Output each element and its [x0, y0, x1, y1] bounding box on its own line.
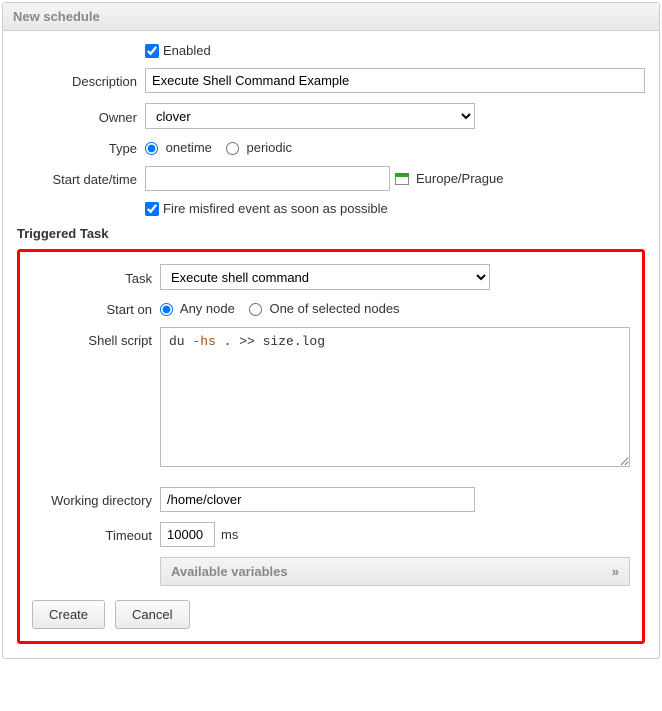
owner-select[interactable]: clover [145, 103, 475, 129]
type-periodic-option[interactable]: periodic [226, 140, 292, 155]
owner-label: Owner [17, 108, 145, 125]
panel-title: New schedule [3, 3, 659, 31]
fire-misfired-label: Fire misfired event as soon as possible [163, 201, 388, 216]
start-on-selected-option[interactable]: One of selected nodes [249, 301, 400, 316]
form-body: Enabled Description Owner clover Type [3, 31, 659, 658]
enabled-label: Enabled [163, 43, 211, 58]
timeout-label: Timeout [32, 526, 160, 543]
type-label: Type [17, 139, 145, 156]
triggered-task-title: Triggered Task [17, 226, 645, 241]
available-variables-label: Available variables [171, 564, 288, 579]
chevron-right-icon: » [612, 564, 619, 579]
timeout-input[interactable] [160, 522, 215, 547]
start-on-any-option[interactable]: Any node [160, 301, 235, 316]
enabled-checkbox[interactable] [145, 44, 159, 58]
available-variables-bar[interactable]: Available variables » [160, 557, 630, 586]
start-on-selected-radio[interactable] [249, 303, 262, 316]
start-datetime-input[interactable] [145, 166, 390, 191]
description-label: Description [17, 72, 145, 89]
timezone-text: Europe/Prague [416, 171, 503, 186]
working-directory-input[interactable] [160, 487, 475, 512]
shell-script-label: Shell script [32, 327, 160, 348]
description-input[interactable] [145, 68, 645, 93]
new-schedule-panel: New schedule Enabled Description Owner c… [2, 2, 660, 659]
calendar-icon[interactable] [395, 173, 409, 185]
type-onetime-radio[interactable] [145, 142, 158, 155]
start-on-label: Start on [32, 300, 160, 317]
fire-misfired-checkbox[interactable] [145, 202, 159, 216]
timeout-unit: ms [221, 527, 238, 542]
start-datetime-label: Start date/time [17, 170, 145, 187]
task-label: Task [32, 269, 160, 286]
task-select[interactable]: Execute shell command [160, 264, 490, 290]
triggered-task-section: Task Execute shell command Start on Any … [17, 249, 645, 644]
start-on-any-radio[interactable] [160, 303, 173, 316]
working-directory-label: Working directory [32, 491, 160, 508]
type-periodic-radio[interactable] [226, 142, 239, 155]
type-onetime-option[interactable]: onetime [145, 140, 212, 155]
shell-script-textarea[interactable]: du -hs . >> size.log [160, 327, 630, 467]
cancel-button[interactable]: Cancel [115, 600, 189, 629]
create-button[interactable]: Create [32, 600, 105, 629]
